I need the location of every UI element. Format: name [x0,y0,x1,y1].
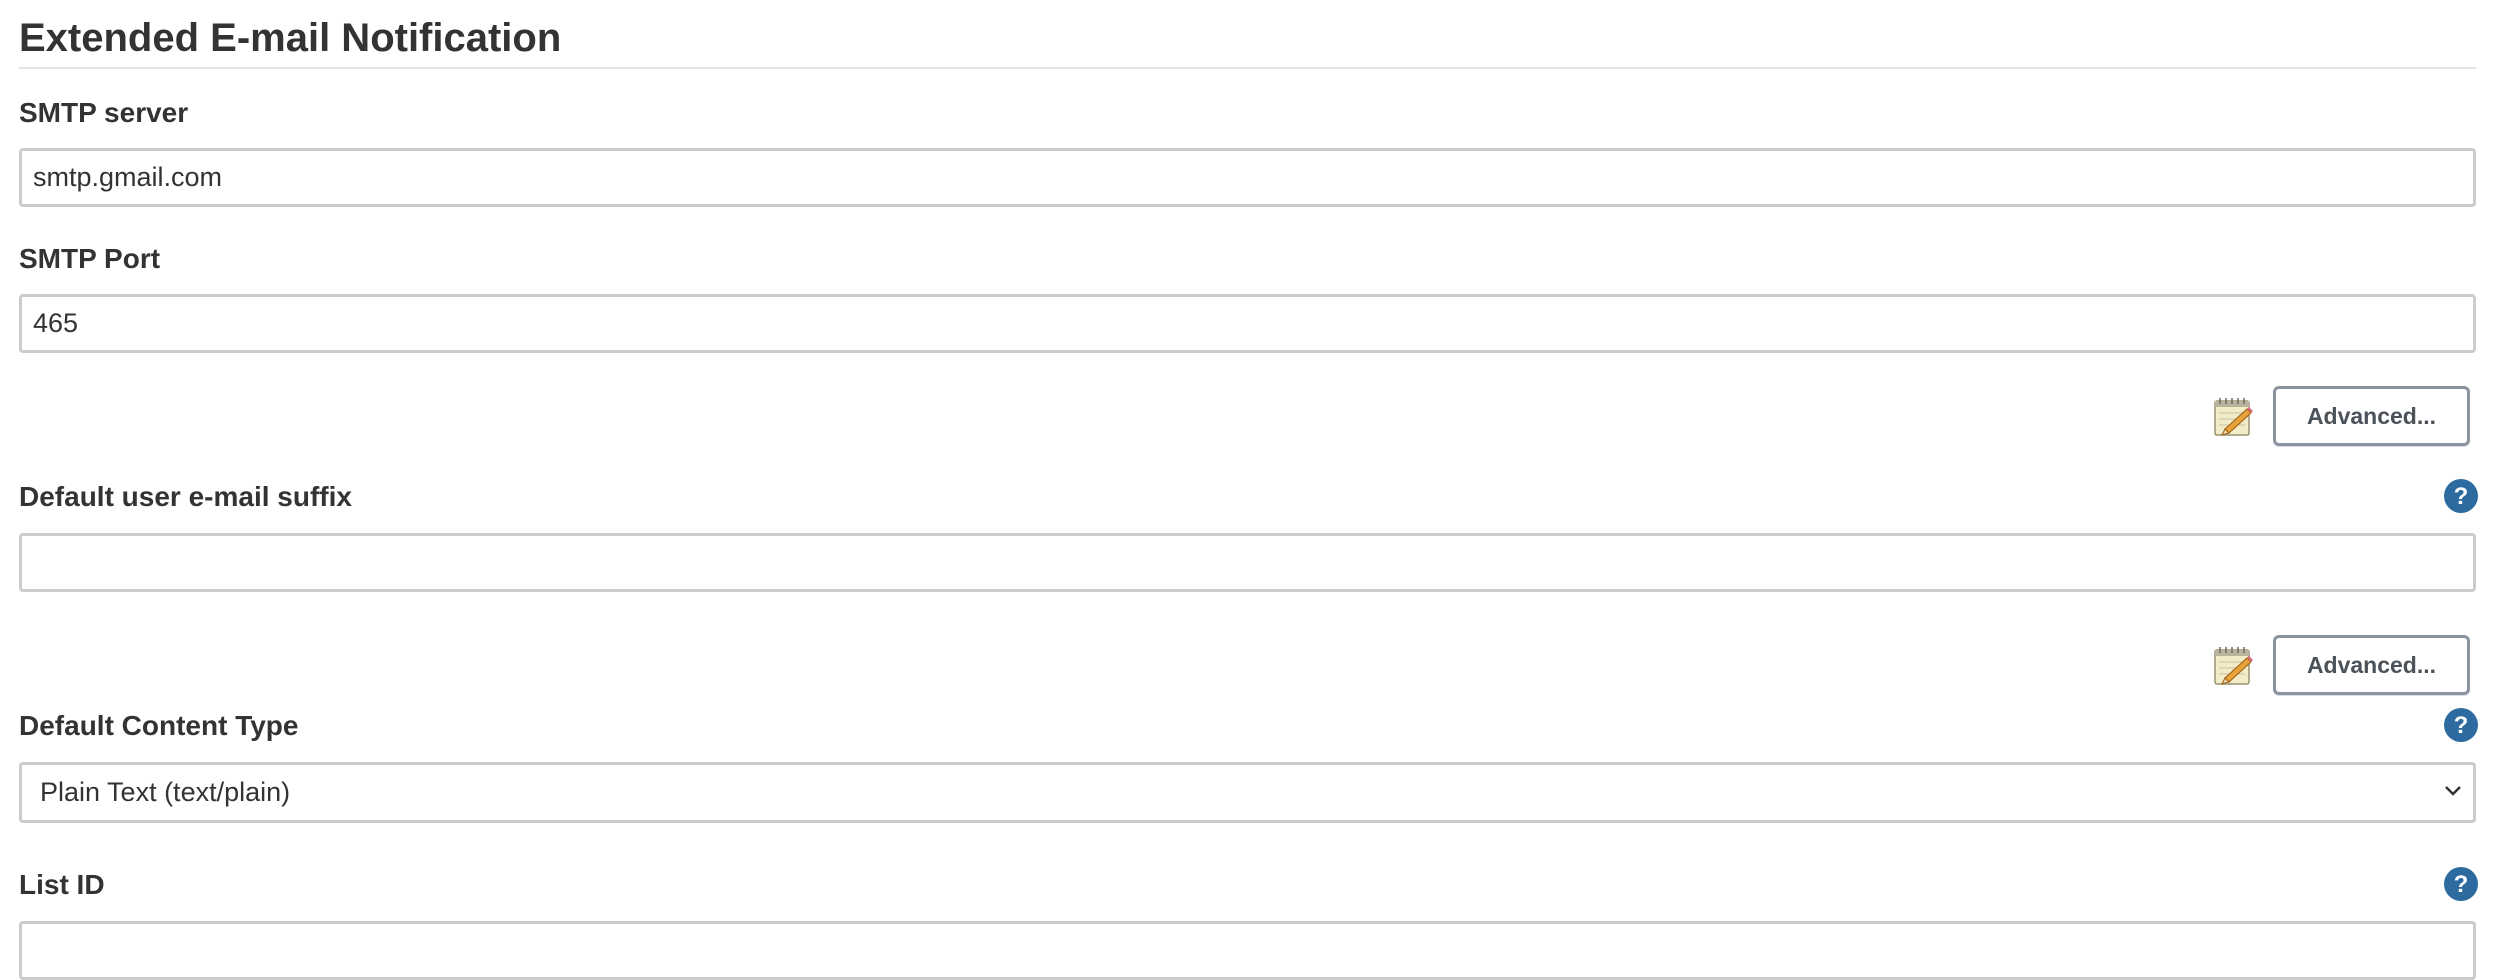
section-title: Extended E-mail Notification [19,16,562,60]
email-notification-config: Extended E-mail Notification SMTP server… [19,0,2479,980]
list-id-label: List ID [19,869,105,900]
chevron-down-icon [2441,779,2465,803]
notepad-pencil-icon [2211,643,2255,687]
content-type-select[interactable]: Plain Text (text/plain) [19,762,2476,823]
notepad-pencil-icon [2211,394,2255,438]
advanced-button[interactable]: Advanced... [2273,635,2470,695]
svg-text:?: ? [2454,483,2469,510]
help-icon[interactable]: ? [2443,478,2479,514]
smtp-port-label: SMTP Port [19,243,161,274]
content-type-selected: Plain Text (text/plain) [40,777,291,807]
section-divider [19,67,2476,69]
smtp-server-label: SMTP server [19,97,189,128]
svg-text:?: ? [2454,871,2469,898]
help-icon[interactable]: ? [2443,707,2479,743]
smtp-port-input[interactable] [19,294,2476,353]
help-icon[interactable]: ? [2443,866,2479,902]
svg-text:?: ? [2454,712,2469,739]
smtp-server-input[interactable] [19,148,2476,207]
default-suffix-input[interactable] [19,533,2476,592]
advanced-button[interactable]: Advanced... [2273,386,2470,446]
content-type-label: Default Content Type [19,710,299,741]
default-suffix-label: Default user e-mail suffix [19,481,352,512]
